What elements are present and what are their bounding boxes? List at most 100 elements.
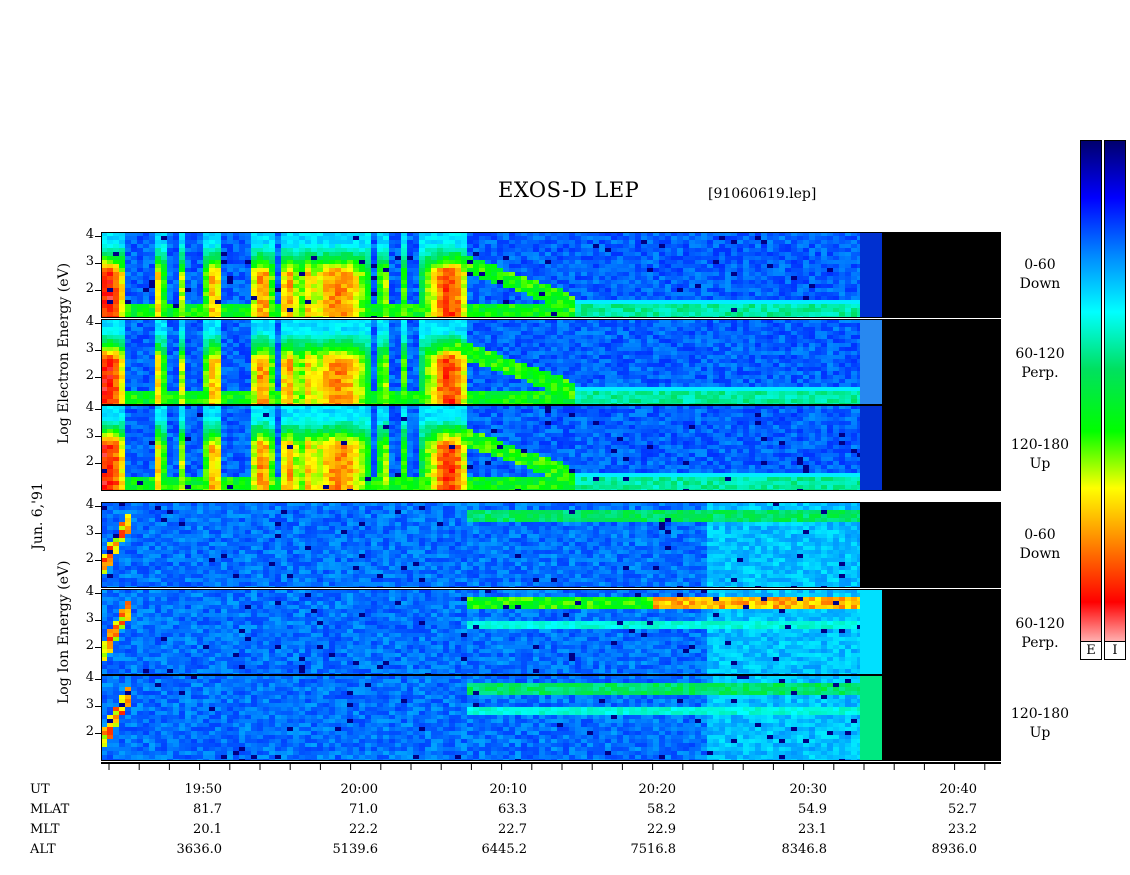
spectrogram-cell	[239, 339, 245, 343]
spectrogram-cell	[335, 292, 341, 296]
spectrogram-cell	[251, 296, 257, 300]
spectrogram-cell	[545, 236, 551, 240]
spectrogram-cell	[125, 292, 131, 296]
spectrogram-cell	[491, 304, 497, 308]
spectrogram-cell	[401, 288, 407, 292]
spectrogram-cell	[107, 323, 113, 327]
spectrogram-cell	[533, 399, 539, 403]
spectrogram-cell	[419, 371, 425, 375]
spectrogram-cell	[569, 391, 575, 395]
spectrogram-cell	[173, 272, 179, 276]
spectrogram-cell	[401, 339, 407, 343]
spectrogram-cell	[563, 300, 569, 304]
spectrogram-cell	[149, 272, 155, 276]
spectrogram-cell	[395, 359, 401, 363]
spectrogram-cell	[437, 256, 443, 260]
spectrogram-cell	[131, 335, 137, 339]
spectrogram-cell	[365, 327, 371, 331]
spectrogram-cell	[191, 367, 197, 371]
spectrogram-cell	[539, 252, 545, 256]
spectrogram-cell	[593, 351, 599, 355]
spectrogram-cell	[527, 260, 533, 264]
spectrogram-cell	[587, 339, 593, 343]
spectrogram-cell	[119, 387, 125, 391]
spectrogram-cell	[215, 379, 221, 383]
spectrogram-cell	[263, 335, 269, 339]
spectrogram-cell	[449, 244, 455, 248]
spectrogram-cell	[599, 387, 605, 391]
spectrogram-cell	[605, 395, 611, 399]
spectrogram-cell	[137, 387, 143, 391]
spectrogram-cell	[503, 351, 509, 355]
spectrogram-cell	[425, 252, 431, 256]
spectrogram-cell	[383, 347, 389, 351]
spectrogram-cell	[305, 375, 311, 379]
spectrogram-cell	[809, 256, 815, 260]
spectrogram-cell	[545, 252, 551, 256]
spectrogram-cell	[527, 331, 533, 335]
spectrogram-cell	[707, 264, 713, 268]
spectrogram-cell	[197, 347, 203, 351]
spectrogram-cell	[323, 383, 329, 387]
spectrogram-cell	[659, 268, 665, 272]
spectrogram-cell	[209, 375, 215, 379]
spectrogram-cell	[125, 304, 131, 308]
spectrogram-cell	[587, 347, 593, 351]
spectrogram-cell	[137, 359, 143, 363]
spectrogram-cell	[263, 268, 269, 272]
spectrogram-cell	[695, 292, 701, 296]
spectrogram-cell	[641, 323, 647, 327]
spectrogram-cell	[725, 300, 731, 304]
spectrogram-cell	[473, 335, 479, 339]
spectrogram-cell	[527, 288, 533, 292]
spectrogram-cell	[491, 272, 497, 276]
spectrogram-cell	[239, 323, 245, 327]
spectrogram-cell	[251, 327, 257, 331]
spectrogram-cell	[653, 260, 659, 264]
spectrogram-cell	[275, 300, 281, 304]
spectrogram-cell	[827, 264, 833, 268]
spectrogram-cell	[233, 383, 239, 387]
spectrogram-cell	[599, 248, 605, 252]
spectrogram-cell	[395, 343, 401, 347]
spectrogram-cell	[341, 236, 347, 240]
spectrogram-cell	[449, 292, 455, 296]
spectrogram-cell	[461, 367, 467, 371]
spectrogram-cell	[275, 260, 281, 264]
spectrogram-cell	[839, 260, 845, 264]
spectrogram-cell	[761, 304, 767, 308]
spectrogram-cell	[107, 300, 113, 304]
spectrogram-cell	[203, 371, 209, 375]
spectrogram-cell	[461, 379, 467, 383]
spectrogram-cell	[815, 268, 821, 272]
spectrogram-cell	[677, 240, 683, 244]
spectrogram-cell	[665, 327, 671, 331]
spectrogram-cell	[647, 284, 653, 288]
spectrogram-cell	[791, 272, 797, 276]
spectrogram-cell	[245, 383, 251, 387]
spectrogram-cell	[803, 252, 809, 256]
spectrogram-cell	[119, 375, 125, 379]
spectrogram-cell	[413, 296, 419, 300]
spectrogram-cell	[209, 363, 215, 367]
spectrogram-cell	[281, 288, 287, 292]
spectrogram-cell	[545, 292, 551, 296]
spectrogram-cell	[563, 351, 569, 355]
spectrogram-cell	[839, 288, 845, 292]
spectrogram-cell	[341, 284, 347, 288]
spectrogram-cell	[389, 276, 395, 280]
spectrogram-cell	[437, 379, 443, 383]
spectrogram-cell	[365, 391, 371, 395]
spectrogram-cell	[725, 256, 731, 260]
spectrogram-cell	[647, 308, 653, 312]
spectrogram-cell	[611, 308, 617, 312]
spectrogram-cell	[599, 260, 605, 264]
spectrogram-cell	[653, 387, 659, 391]
spectrogram-cell	[137, 272, 143, 276]
spectrogram-cell	[359, 399, 365, 403]
spectrogram-cell	[443, 355, 449, 359]
spectrogram-cell	[539, 296, 545, 300]
spectrogram-cell	[629, 264, 635, 268]
spectrogram-cell	[659, 248, 665, 252]
spectrogram-cell	[131, 343, 137, 347]
